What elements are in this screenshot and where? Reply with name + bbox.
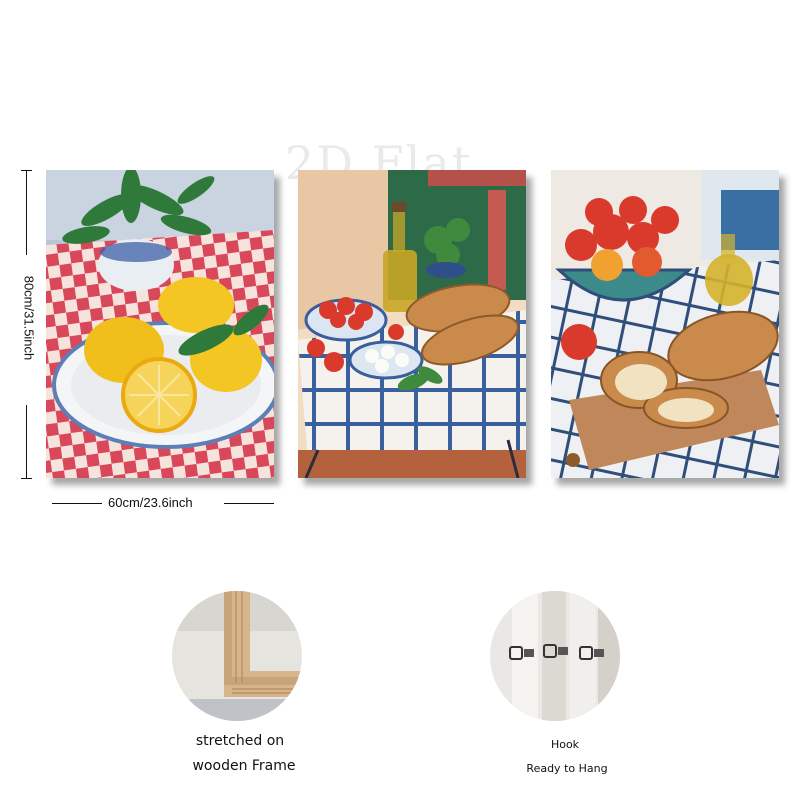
lemons-painting <box>46 170 274 478</box>
hook-caption-line2: Ready to Hang <box>526 762 608 775</box>
canvas-panel-lemons[interactable] <box>46 170 274 478</box>
height-dimension-line-bottom <box>26 405 27 478</box>
width-dimension-line-left <box>52 503 102 504</box>
frame-caption-line2: wooden Frame <box>192 758 296 774</box>
tomato-bowl-painting <box>551 170 779 478</box>
width-dimension-label: 60cm/23.6inch <box>108 495 193 510</box>
canvas-panel-tomatoes-bread[interactable] <box>298 170 526 478</box>
hook-icon <box>490 591 620 721</box>
bread-and-oil-painting <box>298 170 526 478</box>
hook-caption-line1: Hook <box>550 738 580 751</box>
frame-caption-line1: stretched on <box>195 733 285 749</box>
wooden-frame-detail-image <box>172 591 302 721</box>
hook-detail-image <box>490 591 620 721</box>
height-dimension-line-top <box>26 170 27 255</box>
height-dimension-label: 80cm/31.5inch <box>21 275 37 361</box>
wooden-frame-icon <box>172 591 302 721</box>
height-dimension-bottom-tick <box>21 478 32 479</box>
canvas-panel-tomato-bowl[interactable] <box>551 170 779 478</box>
width-dimension-line-right <box>224 503 274 504</box>
